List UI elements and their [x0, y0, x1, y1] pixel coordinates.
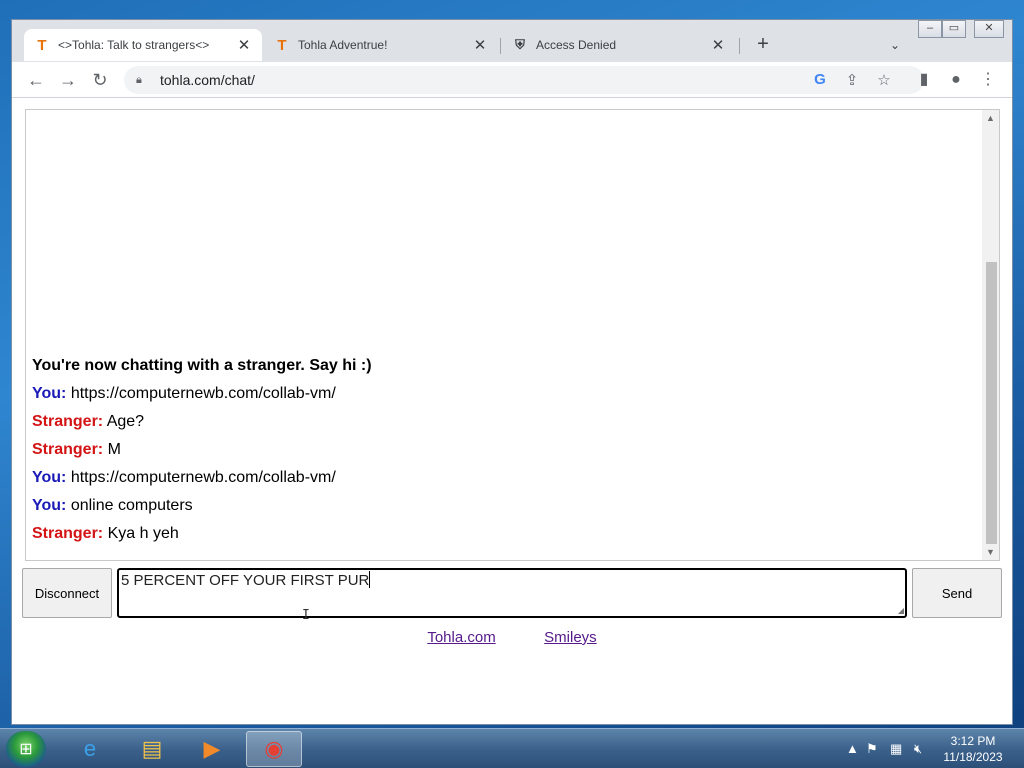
browser-window: T <>Tohla: Talk to strangers<> ✕ T Tohla… [11, 19, 1013, 725]
sender-label: You: [32, 469, 67, 486]
sender-label: You: [32, 385, 67, 402]
message-text: online computers [70, 497, 193, 514]
tohla-favicon-icon: T [37, 36, 47, 54]
tohla-favicon-icon: T [277, 36, 287, 54]
action-center-flag-icon[interactable]: ⚑ [866, 741, 878, 757]
chat-controls: Disconnect 5 PERCENT OFF YOUR FIRST PUR … [22, 566, 1004, 622]
close-icon[interactable]: ✕ [710, 36, 726, 54]
address-bar[interactable]: 🔒︎ tohla.com/chat/ G ⇪ ☆ [124, 66, 924, 94]
tab-title: Tohla Adventrue! [298, 38, 388, 52]
minimize-icon[interactable]: – [918, 20, 942, 38]
scroll-down-arrow-icon[interactable]: ▼ [982, 544, 999, 560]
text-caret [369, 571, 371, 588]
chat-scrollbar[interactable]: ▲ ▼ [982, 110, 999, 560]
close-icon[interactable]: ✕ [472, 36, 488, 54]
message-list: You're now chatting with a stranger. Say… [32, 352, 972, 548]
tab-search-chevron-icon[interactable]: ⌄ [884, 34, 906, 56]
close-icon[interactable]: ✕ [236, 36, 252, 54]
file-explorer-icon[interactable]: ▤ [124, 731, 180, 767]
google-lens-icon[interactable]: G [810, 71, 830, 88]
window-close-icon[interactable]: ✕ [974, 20, 1004, 38]
network-icon[interactable]: ▦ [890, 741, 902, 757]
message-input[interactable]: 5 PERCENT OFF YOUR FIRST PUR ◢ [117, 568, 907, 618]
chat-message: You: https://computernewb.com/collab-vm/ [32, 380, 972, 408]
url-text: tohla.com/chat/ [160, 72, 255, 88]
chat-message: Stranger: Age? [32, 408, 972, 436]
tab-separator [500, 38, 501, 54]
bookmark-star-icon[interactable]: ☆ [874, 71, 894, 89]
resize-grip-icon[interactable]: ◢ [898, 606, 904, 615]
smileys-link[interactable]: Smileys [544, 629, 597, 646]
internet-explorer-icon[interactable]: e [62, 731, 118, 767]
mouse-ibeam-cursor-icon: I [302, 608, 310, 623]
side-panel-icon[interactable]: ▮ [912, 68, 936, 92]
disconnect-button[interactable]: Disconnect [22, 568, 112, 618]
shield-favicon-icon: ⛨ [515, 37, 525, 52]
chat-message: You: online computers [32, 492, 972, 520]
menu-kebab-icon[interactable]: ⋮ [976, 68, 1000, 92]
sender-label: Stranger: [32, 441, 104, 458]
system-clock[interactable]: 3:12 PM 11/18/2023 [938, 733, 1008, 765]
tab-tohla-adventrue[interactable]: T Tohla Adventrue! ✕ [264, 29, 498, 61]
send-button[interactable]: Send [912, 568, 1002, 618]
message-text: https://computernewb.com/collab-vm/ [70, 385, 336, 402]
chat-log[interactable]: You're now chatting with a stranger. Say… [25, 109, 1000, 561]
forward-arrow-icon[interactable]: → [56, 68, 80, 92]
message-text: Kya h yeh [107, 525, 179, 542]
tab-title: Access Denied [536, 38, 617, 52]
tray-expand-arrow-icon[interactable]: ▲ [846, 741, 859, 756]
volume-muted-icon[interactable]: 🔇︎ [914, 741, 922, 757]
sender-label: Stranger: [32, 413, 104, 430]
maximize-icon[interactable]: ▭ [942, 20, 966, 38]
start-button[interactable]: ⊞ [6, 731, 46, 767]
clock-date: 11/18/2023 [943, 750, 1003, 764]
footer-links: Tohla.com Smileys [12, 629, 1012, 647]
tab-access-denied[interactable]: ⛨ Access Denied ✕ [502, 29, 736, 61]
sender-label: You: [32, 497, 67, 514]
page-viewport: You're now chatting with a stranger. Say… [12, 98, 1012, 724]
message-input-text: 5 PERCENT OFF YOUR FIRST PUR [121, 572, 370, 589]
new-tab-plus-icon[interactable]: + [752, 34, 774, 56]
profile-avatar-icon[interactable]: ● [944, 68, 968, 92]
taskbar: ⊞ e ▤ ▶ ◉ ▲ ⚑ ▦ 🔇︎ 3:12 PM 11/18/2023 [0, 728, 1024, 768]
share-icon[interactable]: ⇪ [842, 71, 862, 89]
scroll-up-arrow-icon[interactable]: ▲ [982, 110, 999, 126]
clock-time: 3:12 PM [950, 734, 996, 748]
sender-label: Stranger: [32, 525, 104, 542]
media-player-icon[interactable]: ▶ [184, 731, 240, 767]
tab-separator [739, 38, 740, 54]
chat-message: You: https://computernewb.com/collab-vm/ [32, 464, 972, 492]
tab-tohla-chat[interactable]: T <>Tohla: Talk to strangers<> ✕ [24, 29, 262, 61]
chrome-icon[interactable]: ◉ [246, 731, 302, 767]
message-text: Age? [106, 413, 145, 430]
tab-strip: T <>Tohla: Talk to strangers<> ✕ T Tohla… [12, 20, 1012, 62]
tohla-home-link[interactable]: Tohla.com [427, 629, 495, 646]
message-text: M [107, 441, 121, 458]
chat-message: Stranger: M [32, 436, 972, 464]
chat-message: Stranger: Kya h yeh [32, 520, 972, 548]
lock-icon[interactable]: 🔒︎ [136, 74, 150, 87]
back-arrow-icon[interactable]: ← [24, 68, 48, 92]
browser-toolbar: ← → ↻ 🔒︎ tohla.com/chat/ G ⇪ ☆ ▮ ● ⋮ [12, 62, 1012, 98]
system-message: You're now chatting with a stranger. Say… [32, 357, 372, 374]
scrollbar-thumb[interactable] [986, 262, 997, 544]
tab-title: <>Tohla: Talk to strangers<> [58, 38, 210, 52]
message-text: https://computernewb.com/collab-vm/ [70, 469, 336, 486]
reload-icon[interactable]: ↻ [88, 68, 112, 92]
